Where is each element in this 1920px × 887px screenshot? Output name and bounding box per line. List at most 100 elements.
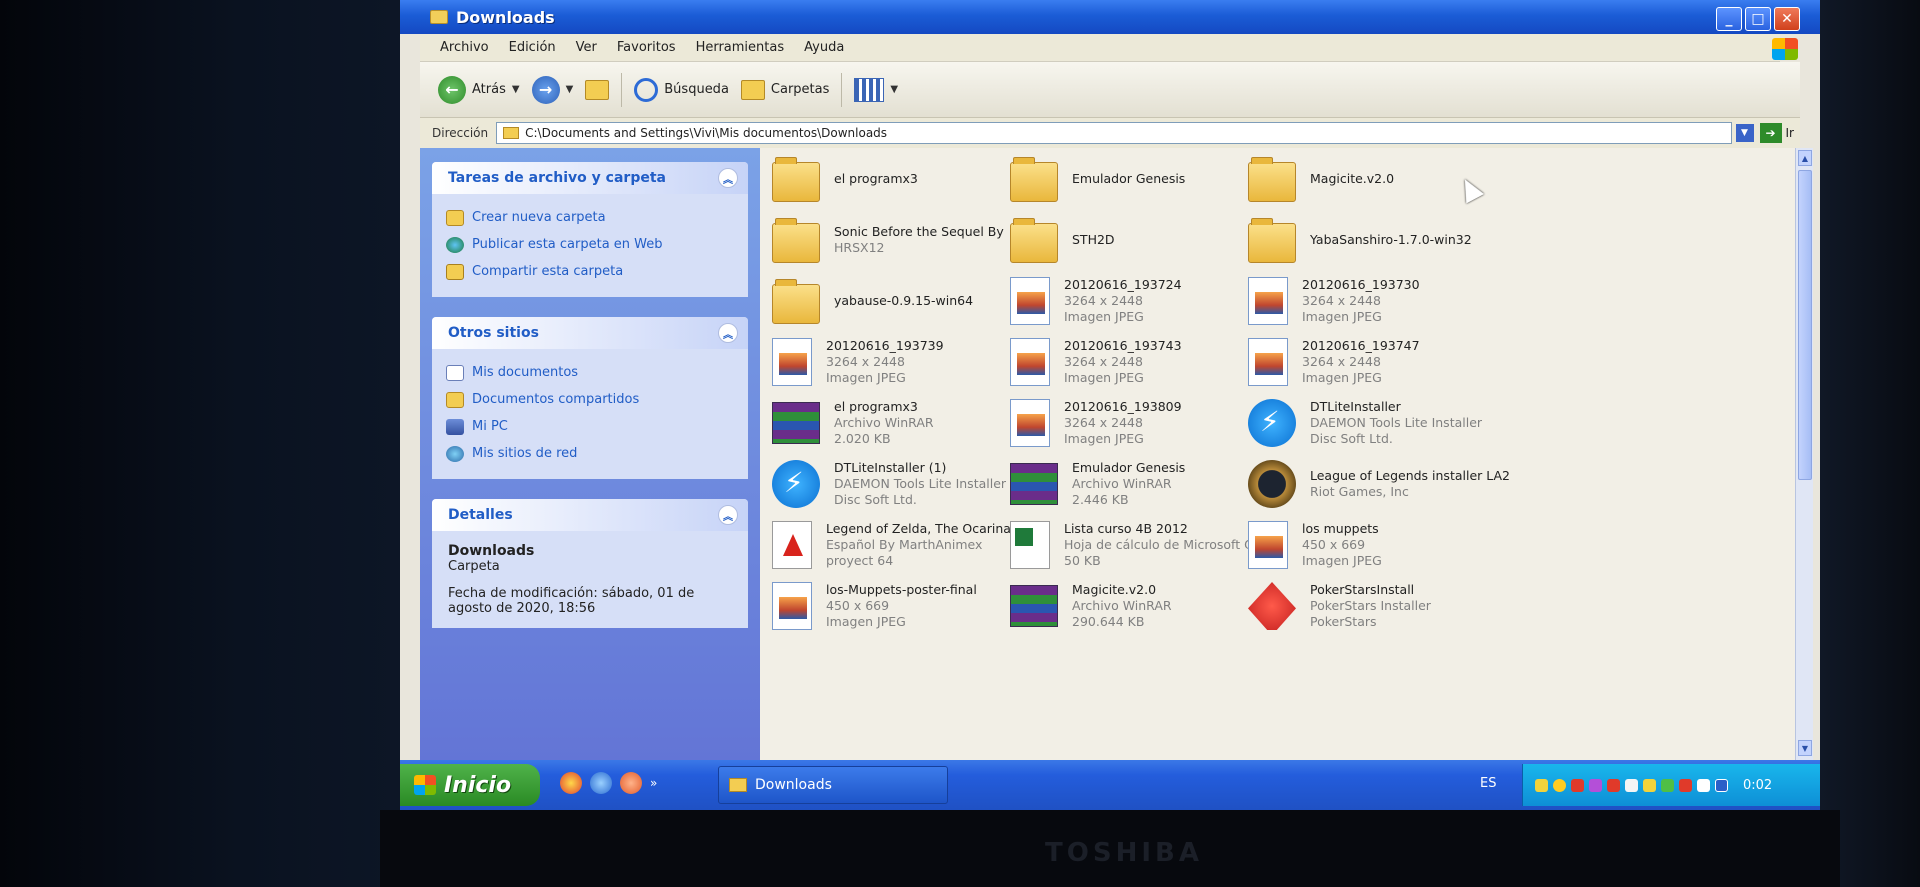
views-icon xyxy=(854,77,885,102)
scroll-down-icon[interactable]: ▼ xyxy=(1798,740,1812,756)
file-detail: 3264 x 2448 xyxy=(1302,293,1381,308)
minimize-button[interactable]: _ xyxy=(1716,7,1742,31)
folder-icon xyxy=(1010,218,1058,263)
collapse-icon[interactable]: ︽ xyxy=(718,505,738,525)
file-tasks-header[interactable]: Tareas de archivo y carpeta ︽ xyxy=(432,162,748,194)
details-name: Downloads xyxy=(448,543,535,559)
tray-icon[interactable] xyxy=(1661,778,1674,792)
computer-icon xyxy=(446,418,464,435)
taskbar-window-downloads[interactable]: Downloads xyxy=(718,766,948,804)
title-bar[interactable]: Downloads _ □ ✕ xyxy=(400,0,1820,34)
file-item[interactable]: los muppets 450 x 669 Imagen JPEG xyxy=(1248,514,1548,576)
start-label: Inicio xyxy=(444,772,512,798)
collapse-icon[interactable]: ︽ xyxy=(718,323,738,343)
file-item[interactable]: 20120616_193747 3264 x 2448 Imagen JPEG xyxy=(1248,331,1548,393)
place-my-documents[interactable]: Mis documentos xyxy=(446,359,734,386)
folder-icon xyxy=(772,279,820,324)
file-item[interactable]: DTLiteInstallerDAEMON Tools Lite Install… xyxy=(1248,392,1548,454)
file-item-text: 20120616_193809 3264 x 2448 Imagen JPEG xyxy=(1064,399,1182,447)
details-header[interactable]: Detalles ︽ xyxy=(432,499,748,531)
menu-favoritos[interactable]: Favoritos xyxy=(617,40,676,55)
file-detail: 450 x 669 xyxy=(1302,537,1366,552)
excel-icon xyxy=(1010,521,1050,569)
file-item[interactable]: League of Legends installer LA2 Riot Game… xyxy=(1248,453,1548,515)
chevron-down-icon[interactable]: ▼ xyxy=(890,84,898,95)
tray-icon[interactable] xyxy=(1679,778,1692,792)
address-dropdown-button[interactable]: ▼ xyxy=(1735,124,1754,142)
chevron-right-icon[interactable]: » xyxy=(650,776,657,790)
task-new-folder[interactable]: Crear nueva carpeta xyxy=(446,204,734,231)
task-label: Compartir esta carpeta xyxy=(472,264,624,279)
vertical-scrollbar[interactable]: ▲ ▼ xyxy=(1795,148,1813,760)
file-item-text: PokerStarsInstall PokerStars Installer Pok… xyxy=(1310,582,1431,630)
tray-icon[interactable] xyxy=(1625,778,1638,792)
file-item[interactable]: YabaSanshiro-1.7.0-win32 xyxy=(1248,209,1548,271)
up-folder-button[interactable] xyxy=(585,79,610,100)
file-item[interactable]: Magicite.v2.0 xyxy=(1248,148,1548,210)
chrome-icon[interactable] xyxy=(560,772,582,794)
file-name: YabaSanshiro-1.7.0-win32 xyxy=(1310,232,1472,247)
go-label: Ir xyxy=(1785,126,1794,140)
volume-icon[interactable] xyxy=(1697,778,1710,792)
tray-icon[interactable] xyxy=(1607,778,1620,792)
file-detail: 3264 x 2448 xyxy=(1302,354,1381,369)
place-shared-documents[interactable]: Documentos compartidos xyxy=(446,386,734,413)
chevron-down-icon[interactable]: ▼ xyxy=(512,84,520,95)
window-title: Downloads xyxy=(456,7,555,27)
jpeg-icon xyxy=(1248,521,1288,569)
file-tasks-group: Tareas de archivo y carpeta ︽ Crear nuev… xyxy=(432,162,748,297)
file-detail: Imagen JPEG xyxy=(1064,309,1144,324)
task-share-folder[interactable]: Compartir esta carpeta xyxy=(446,258,734,285)
language-indicator[interactable]: ES xyxy=(1480,776,1496,791)
tray-icon[interactable] xyxy=(1535,778,1548,792)
menu-herramientas[interactable]: Herramientas xyxy=(696,40,785,55)
go-button[interactable]: ➔ Ir xyxy=(1759,123,1800,143)
window-controls: _ □ ✕ xyxy=(1716,7,1800,31)
start-button[interactable]: Inicio xyxy=(400,764,540,806)
file-name: 20120616_193739 xyxy=(826,338,944,353)
tray-icon[interactable] xyxy=(1553,778,1566,792)
tray-icon[interactable] xyxy=(1643,778,1656,792)
menu-archivo[interactable]: Archivo xyxy=(440,40,489,55)
scroll-up-icon[interactable]: ▲ xyxy=(1798,150,1812,166)
menu-edicion[interactable]: Edición xyxy=(509,40,556,55)
file-detail: Imagen JPEG xyxy=(1302,553,1382,568)
file-detail: PokerStars xyxy=(1310,614,1377,629)
file-item-text: 20120616_193743 3264 x 2448 Imagen JPEG xyxy=(1064,338,1182,386)
close-button[interactable]: ✕ xyxy=(1774,7,1800,31)
file-name: Magicite.v2.0 xyxy=(1072,582,1157,597)
menu-ayuda[interactable]: Ayuda xyxy=(804,40,844,55)
file-item-text: 20120616_193724 3264 x 2448 Imagen JPEG xyxy=(1064,277,1182,325)
file-item[interactable]: PokerStarsInstall PokerStars Installer Pok… xyxy=(1248,575,1548,637)
file-item[interactable]: 20120616_193730 3264 x 2448 Imagen JPEG xyxy=(1248,270,1548,332)
chevron-down-icon[interactable]: ▼ xyxy=(566,84,574,95)
collapse-icon[interactable]: ︽ xyxy=(718,168,738,188)
file-view: el programx3 Emulador Genesis Magicite.v2.… xyxy=(760,148,1795,760)
tray-icon[interactable] xyxy=(1589,778,1602,792)
network-tray-icon[interactable] xyxy=(1715,778,1728,792)
task-publish-web[interactable]: Publicar esta carpeta en Web xyxy=(446,231,734,258)
file-detail: DAEMON Tools Lite Installer xyxy=(1310,415,1483,430)
winrar-icon xyxy=(772,402,820,444)
address-input[interactable]: C:\Documents and Settings\Vivi\Mis docum… xyxy=(496,122,1732,144)
maximize-button[interactable]: □ xyxy=(1745,7,1771,31)
scrollbar-thumb[interactable] xyxy=(1798,170,1812,480)
place-network[interactable]: Mis sitios de red xyxy=(446,440,734,467)
task-label: Crear nueva carpeta xyxy=(472,210,606,225)
menu-ver[interactable]: Ver xyxy=(576,40,597,55)
back-button[interactable]: ← Atrás ▼ xyxy=(438,75,520,104)
file-item-text: el programx3 Archivo WinRAR 2.020 KB xyxy=(834,399,934,447)
media-player-icon[interactable] xyxy=(620,772,642,794)
file-name: Sonic Before the Sequel By xyxy=(834,224,1004,239)
other-places-header[interactable]: Otros sitios ︽ xyxy=(432,317,748,349)
forward-button[interactable]: → ▼ xyxy=(531,75,574,104)
task-label: Publicar esta carpeta en Web xyxy=(472,237,663,252)
toolbar-separator xyxy=(841,72,843,107)
tray-icon[interactable] xyxy=(1571,778,1584,792)
folders-button[interactable]: Carpetas xyxy=(740,79,829,100)
search-button[interactable]: Búsqueda xyxy=(634,77,729,102)
views-button[interactable]: ▼ xyxy=(854,77,898,102)
place-my-pc[interactable]: Mi PC xyxy=(446,413,734,440)
daemon-tools-icon xyxy=(772,460,820,508)
internet-explorer-icon[interactable] xyxy=(590,772,612,794)
